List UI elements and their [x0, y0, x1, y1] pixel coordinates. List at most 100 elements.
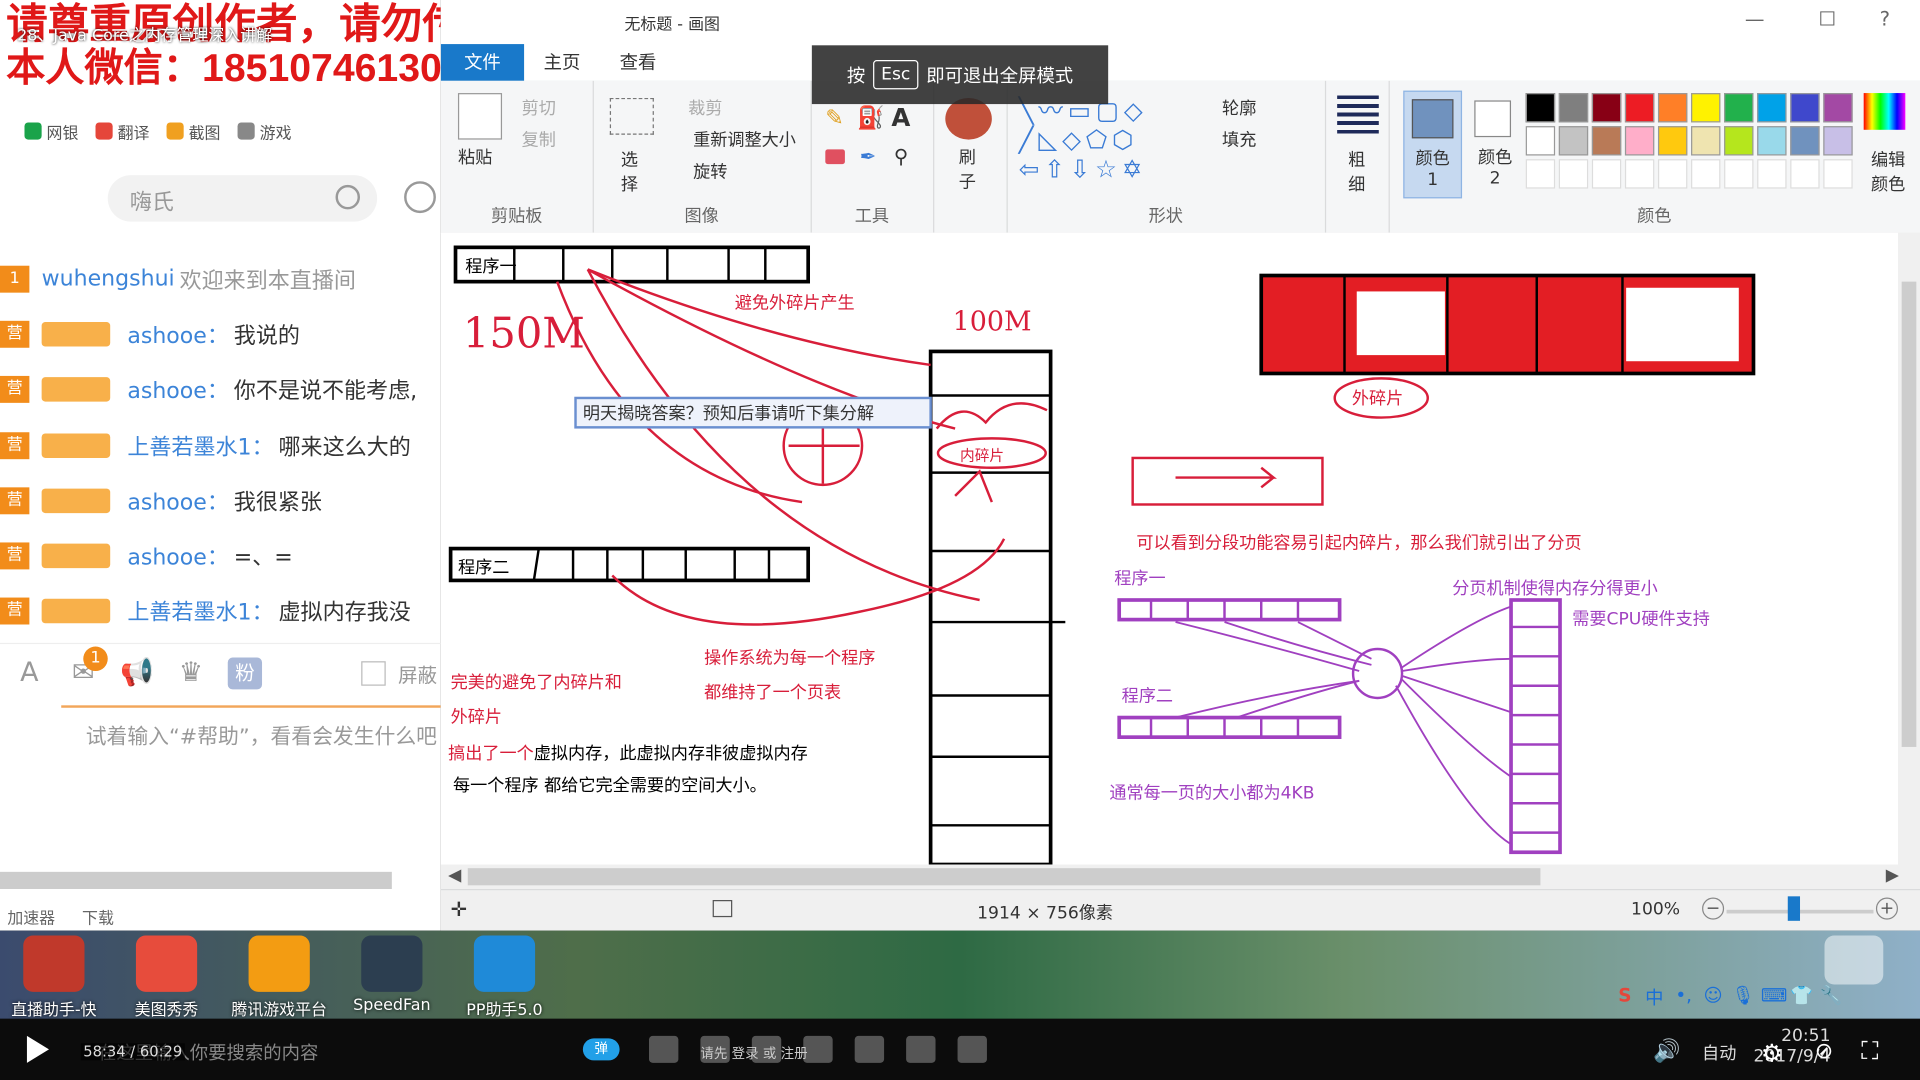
palette-swatch[interactable] [1790, 126, 1820, 156]
brush-icon[interactable] [945, 97, 992, 140]
desktop-shortcut[interactable]: 腾讯游戏平台 [230, 935, 328, 1019]
auto-quality[interactable]: 自动 [1702, 1041, 1736, 1065]
palette-swatch[interactable] [1724, 126, 1754, 156]
taskbar-wechat-icon[interactable] [854, 1035, 885, 1063]
maximize-icon[interactable]: ☐ [1818, 7, 1836, 30]
ime-emoji-icon[interactable]: ☺ [1702, 984, 1724, 1008]
palette-swatch[interactable] [1591, 126, 1622, 156]
size-button[interactable]: 粗细 [1347, 147, 1367, 196]
chat-input[interactable]: 试着输入“#帮助”，看看会发生什么吧 [61, 705, 441, 796]
tab-home[interactable]: 主页 [544, 49, 581, 75]
custom-swatch[interactable] [1525, 159, 1556, 189]
palette-swatch[interactable] [1691, 93, 1721, 123]
taskbar-explorer-icon[interactable] [648, 1035, 679, 1063]
copy-button[interactable]: 复制 [522, 127, 556, 151]
horizontal-scrollbar[interactable] [0, 871, 392, 889]
palette-swatch[interactable] [1724, 93, 1754, 123]
accelerator-button[interactable]: 加速器 [7, 904, 55, 927]
paste-button[interactable]: 粘贴 [458, 144, 492, 168]
palette-swatch[interactable] [1757, 93, 1787, 123]
megaphone-icon[interactable]: 📢 [120, 658, 154, 690]
crop-button[interactable]: 裁剪 [688, 96, 722, 120]
edit-colors-button[interactable]: 编辑颜色 [1864, 147, 1913, 196]
palette-swatch[interactable] [1823, 126, 1853, 156]
toolbar-item-bank[interactable]: 网银 [24, 119, 78, 143]
ime-keyboard-icon[interactable]: ⌨ [1761, 984, 1788, 1008]
custom-swatch[interactable] [1823, 159, 1853, 189]
custom-swatch[interactable] [1790, 159, 1820, 189]
chat-username[interactable]: ashooe： [127, 374, 229, 406]
volume-icon[interactable]: 🔊 [1653, 1038, 1680, 1064]
canvas-horizontal-scrollbar[interactable]: ◀ ▶ [440, 864, 1920, 889]
palette-swatch[interactable] [1624, 93, 1655, 123]
vertical-scroll-thumb[interactable] [1901, 281, 1917, 747]
ime-punct-icon[interactable]: •, [1673, 984, 1695, 1008]
ime-logo-icon[interactable]: S [1614, 984, 1636, 1008]
custom-swatch[interactable] [1591, 159, 1622, 189]
palette-swatch[interactable] [1525, 126, 1556, 156]
scroll-left-icon[interactable]: ◀ [448, 866, 461, 886]
ime-tools-icon[interactable]: 🔧 [1820, 984, 1843, 1008]
settings-gear-icon[interactable]: ⚙ [1761, 1038, 1783, 1067]
login-prompt[interactable]: 请先 登录 或 注册 [700, 1043, 807, 1063]
chat-username[interactable]: ashooe： [127, 485, 229, 517]
palette-swatch[interactable] [1823, 93, 1853, 123]
pencil-icon[interactable]: ✎ [825, 105, 843, 131]
horizontal-scroll-thumb[interactable] [467, 868, 1541, 886]
desktop-shortcut[interactable]: PP助手5.0 [456, 935, 554, 1019]
taskbar-app-icon[interactable] [906, 1035, 936, 1063]
custom-swatch[interactable] [1691, 159, 1721, 189]
taskbar-browser-icon[interactable] [957, 1035, 987, 1063]
custom-swatch[interactable] [1624, 159, 1655, 189]
zoom-slider-knob[interactable] [1787, 896, 1801, 921]
zoom-in-icon[interactable]: + [1875, 897, 1898, 920]
cut-button[interactable]: 剪切 [522, 96, 556, 120]
font-icon[interactable]: A [12, 658, 46, 690]
desktop-shortcut[interactable]: 美图秀秀 [118, 935, 216, 1019]
danmu-toggle[interactable]: 弹 [582, 1038, 620, 1061]
ime-chinese-icon[interactable]: 中 [1643, 984, 1665, 1009]
toolbar-item-translate[interactable]: 翻译 [95, 119, 149, 143]
select-icon[interactable] [609, 97, 654, 135]
custom-swatch[interactable] [1757, 159, 1787, 189]
badge-icon[interactable]: 粉 [227, 657, 263, 690]
fullscreen-icon[interactable]: ⛶ [1861, 1036, 1878, 1065]
fill-bucket-icon[interactable]: ⛽ [857, 105, 884, 131]
toolbar-item-screenshot[interactable]: 截图 [166, 119, 220, 143]
palette-swatch[interactable] [1691, 126, 1721, 156]
resize-button[interactable]: 重新调整大小 [693, 127, 796, 151]
custom-swatch[interactable] [1558, 159, 1589, 189]
crown-icon[interactable]: ♛ [174, 658, 208, 690]
palette-swatch[interactable] [1657, 126, 1688, 156]
chat-username[interactable]: 上善若墨水1： [127, 429, 273, 461]
eraser-icon[interactable] [825, 149, 845, 165]
zoom-out-icon[interactable]: − [1702, 897, 1725, 920]
select-button[interactable]: 选择 [620, 147, 640, 196]
ime-voice-icon[interactable]: 🎙 [1731, 984, 1754, 1008]
ime-skin-icon[interactable]: 👕 [1790, 984, 1813, 1008]
drawing-canvas[interactable]: 程序一 程序二 内碎片 150M 100M 避免外碎片产生 明天揭晓答案？预知后… [440, 232, 1920, 867]
line-size-icon[interactable] [1337, 95, 1379, 135]
chat-username[interactable]: wuhengshui [42, 266, 175, 292]
tab-view[interactable]: 查看 [620, 49, 657, 75]
palette-swatch[interactable] [1790, 93, 1820, 123]
toolbar-item-games[interactable]: 游戏 [237, 119, 292, 143]
chat-username[interactable]: 上善若墨水1： [127, 596, 273, 628]
chat-username[interactable]: ashooe： [127, 540, 229, 572]
palette-swatch[interactable] [1624, 126, 1655, 156]
outline-button[interactable]: 轮廓 [1222, 96, 1256, 120]
shapes-gallery[interactable]: ╲〰▭▢◇ ╱◺◇⬠⬡ ⇦⇧⇩☆✡ [1019, 96, 1203, 184]
paste-icon[interactable] [457, 93, 503, 140]
desktop-shortcut[interactable]: SpeedFan [343, 935, 441, 1015]
color1-button[interactable]: 颜色 1 [1403, 90, 1463, 199]
play-icon[interactable] [26, 1035, 49, 1063]
search-input[interactable]: 嗨氏 [107, 175, 378, 222]
brushes-button[interactable]: 刷子 [958, 144, 978, 193]
palette-swatch[interactable] [1591, 93, 1622, 123]
magnifier-icon[interactable]: ⚲ [894, 144, 908, 167]
color-picker-icon[interactable]: ✒ [860, 144, 876, 167]
history-clock-icon[interactable] [404, 181, 436, 214]
palette-swatch[interactable] [1558, 93, 1589, 123]
text-icon[interactable]: A [891, 103, 910, 132]
video-play-overlay-icon[interactable] [1824, 935, 1884, 985]
